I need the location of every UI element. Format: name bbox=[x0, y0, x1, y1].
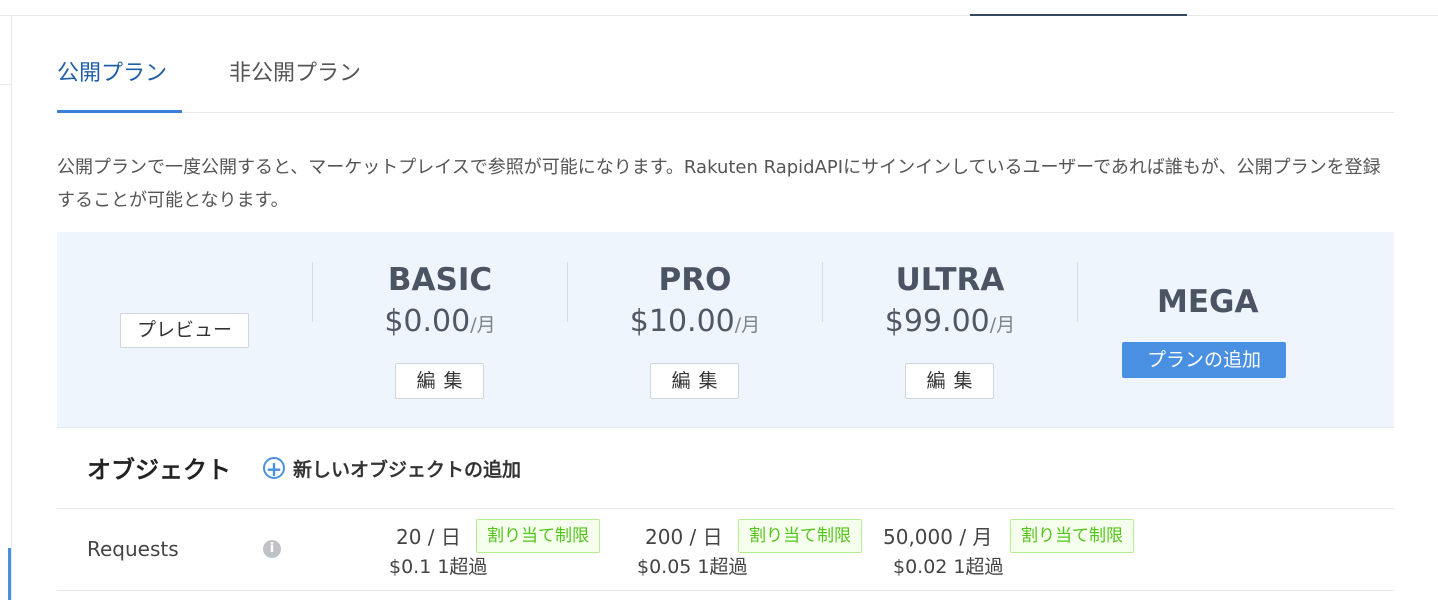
left-sidebar-border bbox=[11, 16, 12, 600]
requests-label: Requests bbox=[87, 537, 179, 561]
add-object-button[interactable]: + 新しいオブジェクトの追加 bbox=[263, 455, 521, 481]
objects-section: オブジェクト + 新しいオブジェクトの追加 bbox=[57, 428, 1394, 509]
plan-name: ULTRA bbox=[895, 262, 1005, 298]
price-period: /月 bbox=[734, 314, 761, 336]
top-nav-active-indicator bbox=[970, 14, 1187, 16]
tab-private-plans[interactable]: 非公開プラン bbox=[229, 55, 361, 87]
edit-plan-button[interactable]: 編集 bbox=[650, 363, 739, 399]
plan-price: $10.00/月 bbox=[568, 304, 822, 339]
plan-name-mega: MEGA bbox=[1157, 284, 1259, 320]
plan-tabs: 公開プラン 非公開プラン bbox=[57, 50, 1394, 113]
public-plan-description: 公開プランで一度公開すると、マーケットプレイスで参照が可能になります。Rakut… bbox=[57, 157, 1381, 211]
add-plan-button[interactable]: プランの追加 bbox=[1122, 342, 1286, 378]
quota-amount: 50,000 / 月 bbox=[883, 525, 993, 549]
edit-plan-button[interactable]: 編集 bbox=[395, 363, 484, 399]
price-amount: $99.00 bbox=[884, 304, 990, 339]
requests-row: Requests i 20 / 日 割り当て制限 $0.1 1超過 200 / … bbox=[57, 508, 1394, 591]
price-amount: $0.00 bbox=[384, 304, 471, 339]
quota-overage: $0.02 1超過 bbox=[893, 556, 1004, 578]
column-divider bbox=[1077, 262, 1078, 322]
tab-public-plans[interactable]: 公開プラン bbox=[57, 55, 167, 87]
price-amount: $10.00 bbox=[629, 304, 735, 339]
plus-circle-icon: + bbox=[263, 457, 285, 479]
plan-column-basic: BASIC $0.00/月 編集 bbox=[313, 232, 567, 427]
left-sidebar-active-indicator bbox=[8, 548, 11, 600]
quota-limit-badge: 割り当て制限 bbox=[1010, 519, 1134, 553]
plan-price: $0.00/月 bbox=[313, 304, 567, 339]
edit-plan-button[interactable]: 編集 bbox=[905, 363, 994, 399]
active-tab-underline bbox=[57, 110, 182, 113]
plan-price: $99.00/月 bbox=[823, 304, 1077, 339]
quota-amount: 20 / 日 bbox=[396, 525, 461, 549]
plan-name: BASIC bbox=[387, 262, 493, 298]
price-period: /月 bbox=[989, 314, 1016, 336]
preview-button[interactable]: プレビュー bbox=[120, 313, 249, 348]
left-sidebar-separator bbox=[0, 84, 11, 85]
plans-header: プレビュー BASIC $0.00/月 編集 PRO $10.00/月 編集 U… bbox=[57, 232, 1394, 428]
quota-limit-badge: 割り当て制限 bbox=[476, 519, 600, 553]
quota-overage: $0.05 1超過 bbox=[637, 556, 748, 578]
plan-column-pro: PRO $10.00/月 編集 bbox=[568, 232, 822, 427]
plan-name: PRO bbox=[658, 262, 732, 298]
price-period: /月 bbox=[470, 314, 496, 336]
quota-overage: $0.1 1超過 bbox=[389, 556, 488, 578]
add-object-label: 新しいオブジェクトの追加 bbox=[293, 458, 522, 481]
quota-limit-badge: 割り当て制限 bbox=[738, 519, 862, 553]
objects-title: オブジェクト bbox=[87, 456, 231, 484]
info-icon[interactable]: i bbox=[263, 540, 281, 558]
plan-column-ultra: ULTRA $99.00/月 編集 bbox=[823, 232, 1077, 427]
quota-amount: 200 / 日 bbox=[645, 525, 723, 549]
top-border bbox=[0, 15, 1438, 16]
